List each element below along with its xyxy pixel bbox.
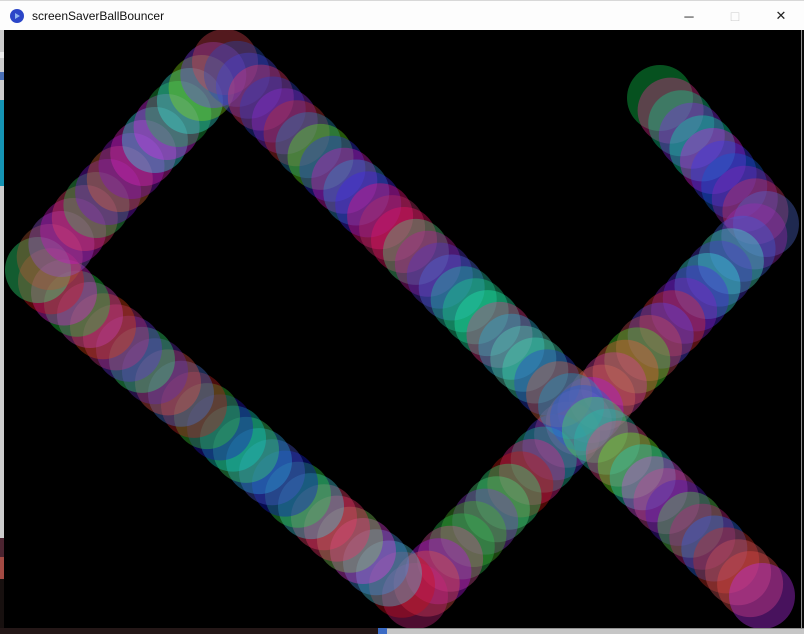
maximize-button[interactable]: □ xyxy=(712,1,758,31)
close-button[interactable]: ✕ xyxy=(758,1,804,31)
background-window-bottom-edge xyxy=(0,628,804,634)
background-window-bottom-accent xyxy=(378,628,387,634)
window-right-border xyxy=(801,30,802,628)
minimize-button[interactable]: ─ xyxy=(666,1,712,31)
play-icon xyxy=(15,13,20,19)
ball-trail xyxy=(4,30,801,628)
ball-trail-circle xyxy=(729,563,795,628)
screensaver-canvas xyxy=(4,30,801,628)
titlebar: screenSaverBallBouncer ─ □ ✕ xyxy=(0,0,804,30)
background-window-bottom-bar xyxy=(378,628,804,634)
app-icon[interactable] xyxy=(10,9,24,23)
desktop: screenSaverBallBouncer ─ □ ✕ xyxy=(0,0,804,634)
window-title: screenSaverBallBouncer xyxy=(32,1,164,31)
window-controls: ─ □ ✕ xyxy=(666,1,804,31)
